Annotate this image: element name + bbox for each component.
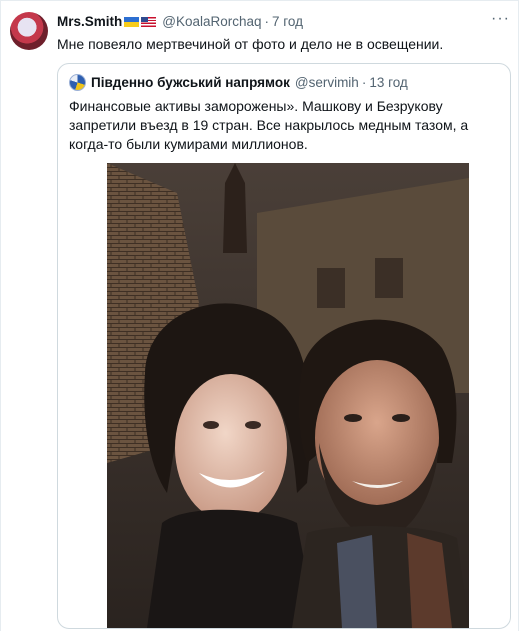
tweet-text: Мне повеяло мертвечиной от фото и дело н… bbox=[57, 36, 444, 52]
quoted-tweet[interactable]: Південно бужський напрямок @servimih · 1… bbox=[57, 63, 511, 629]
tweet-card[interactable]: Mrs.Smith @KoalaRorchaq · 7 год ··· Мне … bbox=[0, 0, 519, 631]
flag-usa-icon bbox=[141, 16, 157, 27]
tweet-header: Mrs.Smith @KoalaRorchaq · 7 год bbox=[57, 14, 303, 29]
quoted-author-name[interactable]: Південно бужський напрямок bbox=[91, 75, 290, 90]
quoted-text: Финансовые активы заморожены». Машкову и… bbox=[69, 98, 469, 152]
flag-ukraine-icon bbox=[124, 16, 140, 27]
quoted-time[interactable]: 13 год bbox=[369, 75, 407, 90]
tweet-time[interactable]: 7 год bbox=[272, 14, 303, 29]
author-handle[interactable]: @KoalaRorchaq bbox=[162, 14, 261, 29]
author-name[interactable]: Mrs.Smith bbox=[57, 14, 122, 29]
separator-dot: · bbox=[264, 14, 270, 29]
selfie-photo-illustration bbox=[107, 163, 469, 628]
quoted-photo[interactable] bbox=[107, 163, 469, 628]
more-icon[interactable]: ··· bbox=[491, 10, 510, 28]
quoted-author-handle[interactable]: @servimih bbox=[295, 75, 359, 90]
quoted-avatar[interactable] bbox=[69, 74, 86, 91]
quoted-header: Південно бужський напрямок @servimih · 1… bbox=[69, 74, 408, 91]
author-avatar[interactable] bbox=[10, 12, 48, 50]
quoted-separator-dot: · bbox=[361, 75, 367, 90]
